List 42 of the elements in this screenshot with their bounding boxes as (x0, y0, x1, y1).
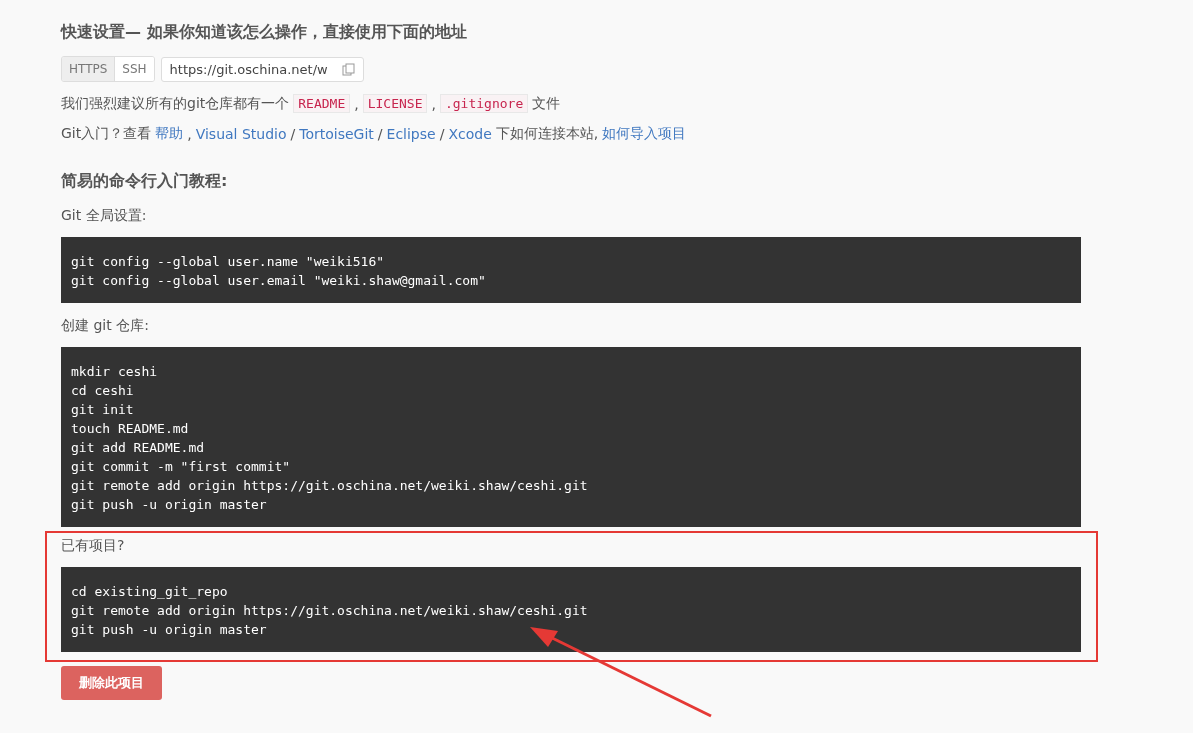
help-link[interactable]: Xcode (448, 126, 492, 142)
text: 文件 (532, 94, 561, 113)
text: , (187, 126, 192, 142)
help-link[interactable]: Visual Studio (195, 126, 287, 142)
text: , (431, 95, 436, 112)
step-label: 已有项目? (61, 536, 126, 555)
copy-icon[interactable] (341, 62, 355, 76)
code-line: cd existing_git_repo (71, 583, 229, 601)
text: / (377, 126, 383, 142)
text: / (290, 126, 296, 142)
text: Git入门？查看 (61, 125, 152, 143)
code-line: git init (71, 401, 135, 419)
section-title: 快速设置— 如果你知道该怎么操作，直接使用下面的地址 (61, 21, 468, 43)
code-line: git config --global user.email "weiki.shaw@gmail.com" (71, 272, 487, 290)
code-line: git config --global user.name "weiki516" (71, 253, 386, 271)
step-label: 创建 git 仓库: (61, 316, 150, 335)
code-line: mkdir ceshi (71, 363, 159, 381)
text: , (354, 95, 359, 112)
code-tag: README (293, 94, 351, 113)
step-label: Git 全局设置: (61, 206, 148, 225)
code-line: git push -u origin master (71, 496, 268, 514)
text: 我们强烈建议所有的git仓库都有一个 (61, 94, 290, 113)
code-line: touch README.md (71, 420, 190, 438)
help-link[interactable]: Eclipse (386, 126, 436, 142)
text: / (439, 126, 445, 142)
code-tag: LICENSE (362, 94, 428, 113)
code-line: git commit -m "first commit" (71, 458, 292, 476)
code-line: git add README.md (71, 439, 206, 457)
protocol-tab[interactable]: SSH (115, 57, 154, 81)
text: 下如何连接本站, (495, 125, 599, 143)
code-line: git remote add origin https://git.oschina.net/weiki.shaw/ceshi.git (71, 602, 589, 620)
code-line: cd ceshi (71, 382, 135, 400)
help-link[interactable]: TortoiseGit (299, 126, 374, 142)
code-line: git remote add origin https://git.oschina.net/weiki.shaw/ceshi.git (71, 477, 589, 495)
help-link[interactable]: 如何导入项目 (602, 125, 687, 143)
section-title: 简易的命令行入门教程: (61, 170, 229, 192)
delete-button[interactable]: 删除此项目 (61, 666, 162, 700)
code-tag: .gitignore (439, 94, 529, 113)
help-link[interactable]: 帮助 (155, 125, 184, 143)
url-field[interactable]: https://git.oschina.net/w (160, 56, 364, 82)
protocol-tab[interactable]: HTTPS (62, 57, 116, 81)
code-line: git push -u origin master (71, 621, 268, 639)
